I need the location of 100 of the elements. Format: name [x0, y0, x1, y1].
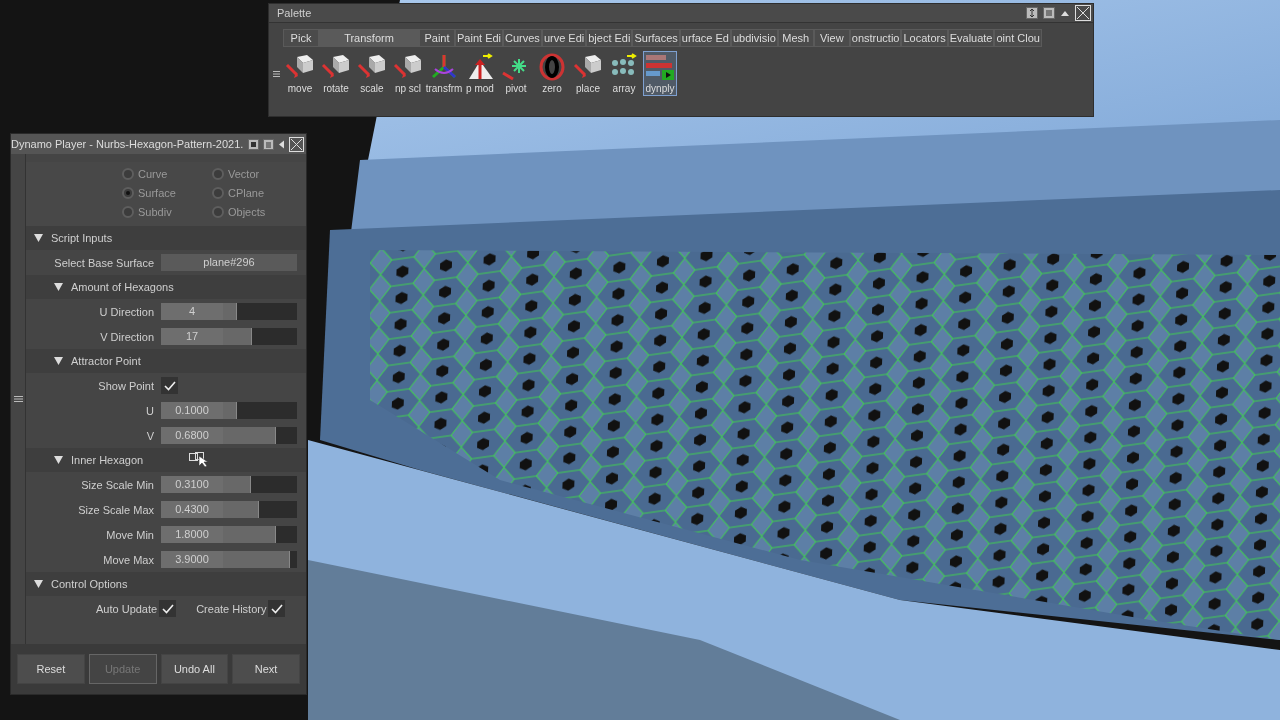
palette-tab[interactable]: View: [813, 29, 850, 47]
action-button[interactable]: Next: [232, 654, 300, 684]
radio-button[interactable]: [122, 187, 134, 199]
slider[interactable]: [223, 328, 297, 345]
palette-tab[interactable]: urve Edi: [541, 29, 587, 47]
action-button[interactable]: Undo All: [160, 654, 229, 684]
radio-label: Curve: [138, 168, 168, 180]
close-icon[interactable]: [289, 136, 304, 152]
tool-button[interactable]: rotate: [319, 51, 353, 96]
palette-tab[interactable]: Evaluate: [947, 29, 995, 47]
palette-tab[interactable]: Paint Edi: [455, 29, 504, 47]
list-play-icon: [645, 53, 675, 81]
expand-triangle-icon[interactable]: [34, 580, 43, 588]
tool-button[interactable]: move: [283, 51, 317, 96]
tool-button[interactable]: scale: [355, 51, 389, 96]
section-title: Control Options: [51, 578, 128, 590]
input-field[interactable]: plane#296: [161, 254, 297, 271]
checkbox[interactable]: [161, 377, 178, 394]
radio-label: Subdiv: [138, 206, 172, 218]
slider[interactable]: [223, 501, 297, 518]
tool-button[interactable]: transfrm: [427, 51, 461, 96]
drag-handle-icon[interactable]: [273, 71, 280, 77]
palette-tab[interactable]: Transform: [319, 29, 419, 47]
axes-icon: [429, 53, 459, 81]
radio-button[interactable]: [212, 206, 224, 218]
slider[interactable]: [223, 303, 297, 320]
palette-tab[interactable]: urface Ed: [679, 29, 731, 47]
slider-value: 0.4300: [161, 501, 223, 518]
cube-arrow-icon: [393, 53, 423, 81]
cube-arrow-icon: [573, 53, 603, 81]
window-title: Dynamo Player - Nurbs-Hexagon-Pattern-2021.: [11, 138, 244, 150]
tool-button[interactable]: place: [571, 51, 605, 96]
expand-triangle-icon[interactable]: [54, 456, 63, 464]
palette-tab[interactable]: Mesh: [777, 29, 814, 47]
cube-arrow-icon: [321, 53, 351, 81]
field-label: Move Min: [105, 528, 155, 541]
field-label: Size Scale Max: [77, 503, 155, 516]
field-label: V Direction: [99, 330, 155, 343]
field-label: U: [145, 404, 155, 417]
field-label: Show Point: [97, 379, 155, 392]
dock-icon[interactable]: [1026, 7, 1038, 19]
expand-triangle-icon[interactable]: [34, 234, 43, 242]
radio-label: Vector: [228, 168, 260, 180]
list-icon[interactable]: [1043, 7, 1055, 19]
palette-tab[interactable]: bject Edi: [586, 29, 633, 47]
list-icon[interactable]: [263, 138, 274, 150]
palette-tab[interactable]: Curves: [503, 29, 542, 47]
scroll-track[interactable]: [11, 154, 26, 644]
radio-label: Surface: [138, 187, 176, 199]
tool-button[interactable]: zero: [535, 51, 569, 96]
expand-triangle-icon[interactable]: [54, 283, 63, 291]
field-label: Size Scale Min: [80, 478, 155, 491]
section-title: Attractor Point: [71, 355, 141, 367]
close-icon[interactable]: [1075, 5, 1091, 21]
cube-arrow-icon: [285, 53, 315, 81]
tool-button[interactable]: array: [607, 51, 641, 96]
radio-button[interactable]: [122, 168, 134, 180]
palette-tab[interactable]: Paint: [419, 29, 455, 47]
slider-value: 3.9000: [161, 551, 223, 568]
tool-button[interactable]: dynply: [643, 51, 677, 96]
window-title: Palette: [277, 7, 312, 19]
section-title: Inner Hexagon: [71, 454, 144, 466]
slider[interactable]: [223, 526, 297, 543]
expand-triangle-icon[interactable]: [54, 357, 63, 365]
palette-tab[interactable]: ubdivisio: [730, 29, 778, 47]
palette-tab[interactable]: oint Clou: [994, 29, 1042, 47]
radio-label: CPlane: [228, 187, 265, 199]
radio-button[interactable]: [212, 187, 224, 199]
field-label: V: [145, 429, 155, 442]
slider-value: 17: [161, 328, 223, 345]
cube-arrow-icon: [357, 53, 387, 81]
slider[interactable]: [223, 476, 297, 493]
section-title: Amount of Hexagons: [71, 281, 174, 293]
slider-value: 0.1000: [161, 402, 223, 419]
radio-button[interactable]: [122, 206, 134, 218]
slider-value: 0.3100: [161, 476, 223, 493]
palette-tab[interactable]: Surfaces: [632, 29, 680, 47]
palette-tab[interactable]: Pick: [283, 29, 319, 47]
field-label: Move Max: [102, 553, 155, 566]
checkbox[interactable]: [268, 600, 286, 617]
radio-label: Objects: [228, 206, 266, 218]
dock-icon[interactable]: [248, 138, 259, 150]
ring-icon: [537, 53, 567, 81]
checkbox-label: Auto Update: [96, 602, 158, 615]
tool-button[interactable]: pivot: [499, 51, 533, 96]
collapse-icon[interactable]: [1060, 9, 1070, 17]
radio-button[interactable]: [212, 168, 224, 180]
tool-button[interactable]: p mod: [463, 51, 497, 96]
slider[interactable]: [223, 427, 297, 444]
checkbox[interactable]: [159, 600, 177, 617]
slider-value: 1.8000: [161, 526, 223, 543]
section-title: Script Inputs: [51, 232, 113, 244]
slider[interactable]: [223, 402, 297, 419]
palette-tab[interactable]: onstructio: [849, 29, 902, 47]
action-button[interactable]: Reset: [17, 654, 85, 684]
collapse-left-icon[interactable]: [278, 139, 285, 149]
field-label: U Direction: [98, 305, 155, 318]
palette-tab[interactable]: Locators: [901, 29, 948, 47]
drag-handle-icon[interactable]: [13, 396, 23, 402]
tool-button[interactable]: np scl: [391, 51, 425, 96]
